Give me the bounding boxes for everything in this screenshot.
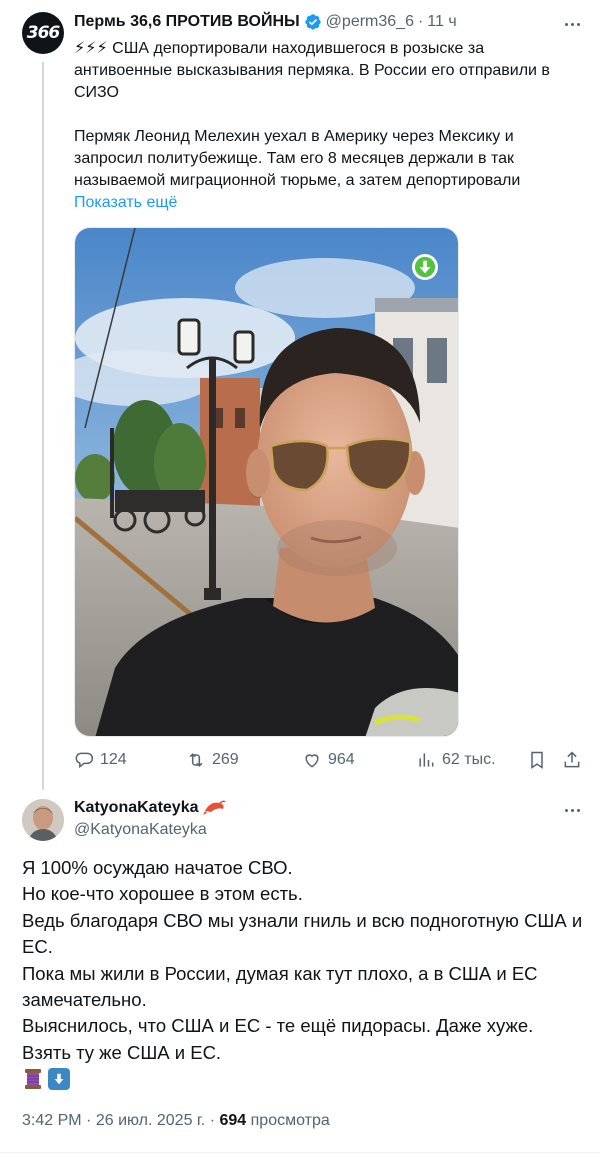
reply-emoji-row bbox=[22, 1068, 70, 1090]
share-icon bbox=[564, 751, 580, 768]
views-label: просмотра bbox=[250, 1112, 330, 1129]
reply-tweet-text: Я 100% осуждаю начатое СВО. Но кое-что х… bbox=[22, 855, 587, 1066]
reply-count: 124 bbox=[100, 751, 127, 768]
parent-handle[interactable]: @perm36_6 bbox=[326, 13, 414, 31]
reply-author-name[interactable]: KatyonaKateyka bbox=[74, 799, 199, 817]
reply-handle[interactable]: @KatyonaKateyka bbox=[74, 821, 207, 839]
parent-author-name[interactable]: Пермь 36,6 ПРОТИВ ВОЙНЫ bbox=[74, 13, 300, 31]
bookmark-icon bbox=[531, 751, 543, 769]
like-count: 964 bbox=[328, 751, 355, 768]
views-number: 694 bbox=[219, 1112, 247, 1129]
avatar-logo-text: 366 bbox=[26, 23, 60, 43]
show-more-link[interactable]: Показать ещё bbox=[74, 194, 177, 211]
reply-line: Выяснилось, что США и ЕС - те ещё пидора… bbox=[22, 1015, 534, 1037]
retweet-count: 269 bbox=[212, 751, 239, 768]
thread-connector-line bbox=[42, 62, 44, 790]
parent-headline: ⚡⚡⚡ США депортировали находившегося в ро… bbox=[74, 40, 550, 101]
parent-body: Пермяк Леонид Мелехин уехал в Америку че… bbox=[74, 128, 521, 189]
tweet-meta: 3:42 PM · 26 июл. 2025 г. · 694 просмотр… bbox=[22, 1112, 330, 1130]
parent-more-icon[interactable] bbox=[560, 14, 584, 34]
parent-tweet-text: ⚡⚡⚡ США депортировали находившегося в ро… bbox=[74, 38, 586, 214]
reply-line: Ведь благодаря СВО мы узнали гниль и всю… bbox=[22, 909, 583, 958]
share-button[interactable] bbox=[562, 750, 582, 770]
divider bbox=[0, 1152, 600, 1153]
views-button[interactable]: 62 тыс. bbox=[416, 750, 496, 770]
retweet-button[interactable]: 269 bbox=[186, 750, 239, 770]
bookmark-button[interactable] bbox=[527, 750, 547, 770]
shrimp-emoji bbox=[202, 800, 226, 815]
reply-button[interactable]: 124 bbox=[74, 750, 127, 770]
reply-line: Взять ту же США и ЕС. bbox=[22, 1041, 222, 1063]
parent-action-bar: 124 269 964 62 тыс. bbox=[74, 750, 586, 774]
parent-tweet-header: Пермь 36,6 ПРОТИВ ВОЙНЫ @perm36_6 · 11 ч bbox=[74, 13, 457, 31]
reply-avatar-image bbox=[22, 799, 64, 841]
reply-icon bbox=[75, 752, 94, 769]
time-separator: · bbox=[417, 13, 424, 30]
meta-separator: · bbox=[86, 1112, 92, 1129]
selfie-photo-illustration bbox=[75, 228, 458, 736]
like-button[interactable]: 964 bbox=[302, 750, 355, 770]
views-icon bbox=[419, 753, 434, 767]
reply-date[interactable]: 26 июл. 2025 г. bbox=[96, 1112, 205, 1129]
tweet-photo[interactable] bbox=[74, 227, 459, 737]
spool-emoji bbox=[25, 1069, 41, 1089]
reply-avatar[interactable] bbox=[22, 799, 64, 841]
heart-icon bbox=[305, 754, 319, 768]
parent-avatar[interactable]: 366 bbox=[22, 12, 64, 54]
reply-author-row: KatyonaKateyka bbox=[74, 799, 226, 817]
retweet-icon bbox=[189, 753, 203, 767]
reply-line: Пока мы жили в России, думая как тут пло… bbox=[22, 962, 538, 1011]
verified-badge-icon bbox=[304, 13, 322, 31]
parent-timestamp[interactable]: 11 ч bbox=[427, 13, 456, 31]
reply-time[interactable]: 3:42 PM bbox=[22, 1112, 82, 1129]
reply-line: Но кое-что хорошее в этом есть. bbox=[22, 883, 303, 905]
download-arrow-icon[interactable] bbox=[412, 254, 438, 280]
down-arrow-emoji bbox=[48, 1068, 70, 1090]
reply-line: Я 100% осуждаю начатое СВО. bbox=[22, 857, 293, 878]
reply-more-icon[interactable] bbox=[560, 800, 584, 820]
meta-separator: · bbox=[209, 1112, 216, 1129]
views-count: 62 тыс. bbox=[442, 751, 496, 768]
